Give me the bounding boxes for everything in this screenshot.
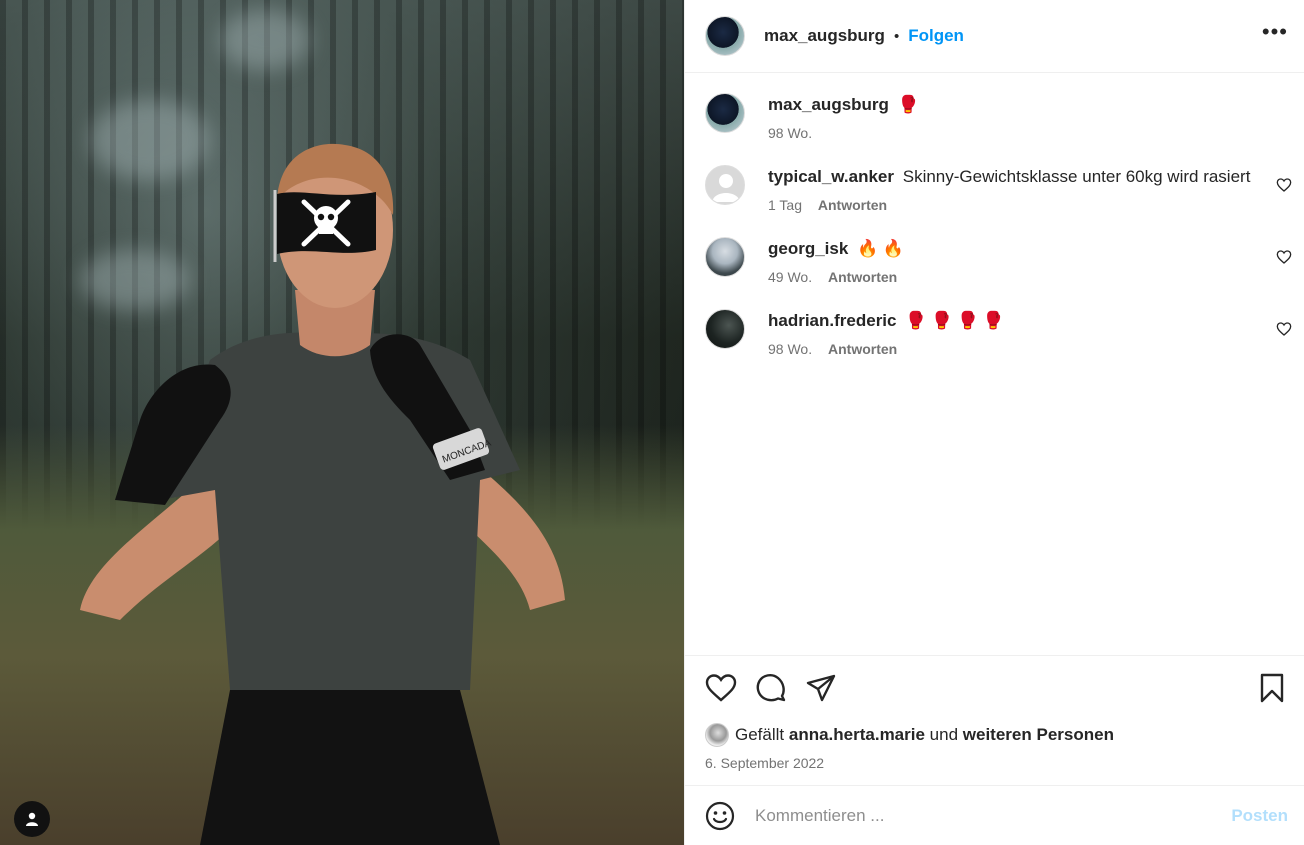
likes-middle: und (929, 725, 959, 744)
header-username[interactable]: max_augsburg (764, 26, 885, 46)
smiley-icon[interactable] (705, 801, 735, 831)
follow-button[interactable]: Folgen (908, 26, 964, 46)
avatar[interactable] (705, 16, 745, 56)
comment-avatar[interactable] (705, 309, 745, 349)
comment-text: 🥊 🥊 🥊 🥊 (905, 311, 1005, 330)
heart-icon[interactable] (705, 672, 737, 704)
comment-username[interactable]: typical_w.anker (768, 167, 894, 186)
comment-text: 🔥 🔥 (857, 239, 905, 258)
comment-time[interactable]: 49 Wo. (768, 269, 812, 285)
comment-time[interactable]: 1 Tag (768, 197, 802, 213)
post-photo[interactable]: MONCADA (0, 0, 684, 845)
comment-text: Skinny-Gewichtsklasse unter 60kg wird ra… (902, 167, 1251, 186)
pirate-flag-icon (273, 190, 376, 262)
list-item: typical_w.anker Skinny-Gewichtsklasse un… (685, 165, 1304, 213)
caption-time[interactable]: 98 Wo. (768, 125, 812, 141)
caption: max_augsburg 🥊 98 Wo. (685, 93, 1304, 141)
reply-button[interactable]: Antworten (828, 341, 897, 357)
more-options-button[interactable]: ••• (1262, 21, 1288, 45)
person-icon (26, 812, 38, 826)
post-date[interactable]: 6. September 2022 (685, 747, 1304, 785)
likes-prefix: Gefällt (735, 725, 785, 744)
comments-list[interactable]: max_augsburg 🥊 98 Wo. typical_w.anker Sk… (685, 73, 1304, 655)
likes-summary: Gefällt anna.herta.marie und weiteren Pe… (685, 719, 1304, 747)
speech-bubble-icon[interactable] (755, 672, 787, 704)
likes-user-link[interactable]: anna.herta.marie (789, 725, 925, 745)
reply-button[interactable]: Antworten (818, 197, 887, 213)
comment-username[interactable]: georg_isk (768, 239, 848, 258)
post-modal: MONCADA max_augsburg • Folgen ••• max_au… (0, 0, 1304, 845)
likes-others-link[interactable]: weiteren Personen (963, 725, 1114, 745)
separator-dot: • (893, 27, 900, 45)
user-tag-button[interactable] (14, 801, 50, 837)
caption-username[interactable]: max_augsburg (768, 95, 889, 114)
caption-avatar[interactable] (705, 93, 745, 133)
paper-plane-icon[interactable] (805, 672, 837, 704)
bookmark-icon[interactable] (1256, 672, 1288, 704)
boxer-figure: MONCADA (80, 143, 565, 845)
comment-username[interactable]: hadrian.frederic (768, 311, 897, 330)
action-bar (685, 655, 1304, 719)
reply-button[interactable]: Antworten (828, 269, 897, 285)
list-item: hadrian.frederic 🥊 🥊 🥊 🥊 98 Wo. Antworte… (685, 309, 1304, 357)
list-item: georg_isk 🔥 🔥 49 Wo. Antworten (685, 237, 1304, 285)
heart-icon[interactable] (1276, 249, 1292, 265)
heart-icon[interactable] (1276, 321, 1292, 337)
heart-icon[interactable] (1276, 177, 1292, 193)
post-button[interactable]: Posten (1231, 806, 1288, 826)
post-header: max_augsburg • Folgen ••• (685, 0, 1304, 73)
comment-time[interactable]: 98 Wo. (768, 341, 812, 357)
comment-composer: Posten (685, 785, 1304, 845)
avatar[interactable] (705, 723, 729, 747)
caption-text: 🥊 (897, 95, 919, 114)
post-side-panel: max_augsburg • Folgen ••• max_augsburg 🥊… (684, 0, 1304, 845)
comment-avatar[interactable] (705, 237, 745, 277)
comment-input[interactable] (755, 805, 1232, 826)
comment-avatar[interactable] (705, 165, 745, 205)
